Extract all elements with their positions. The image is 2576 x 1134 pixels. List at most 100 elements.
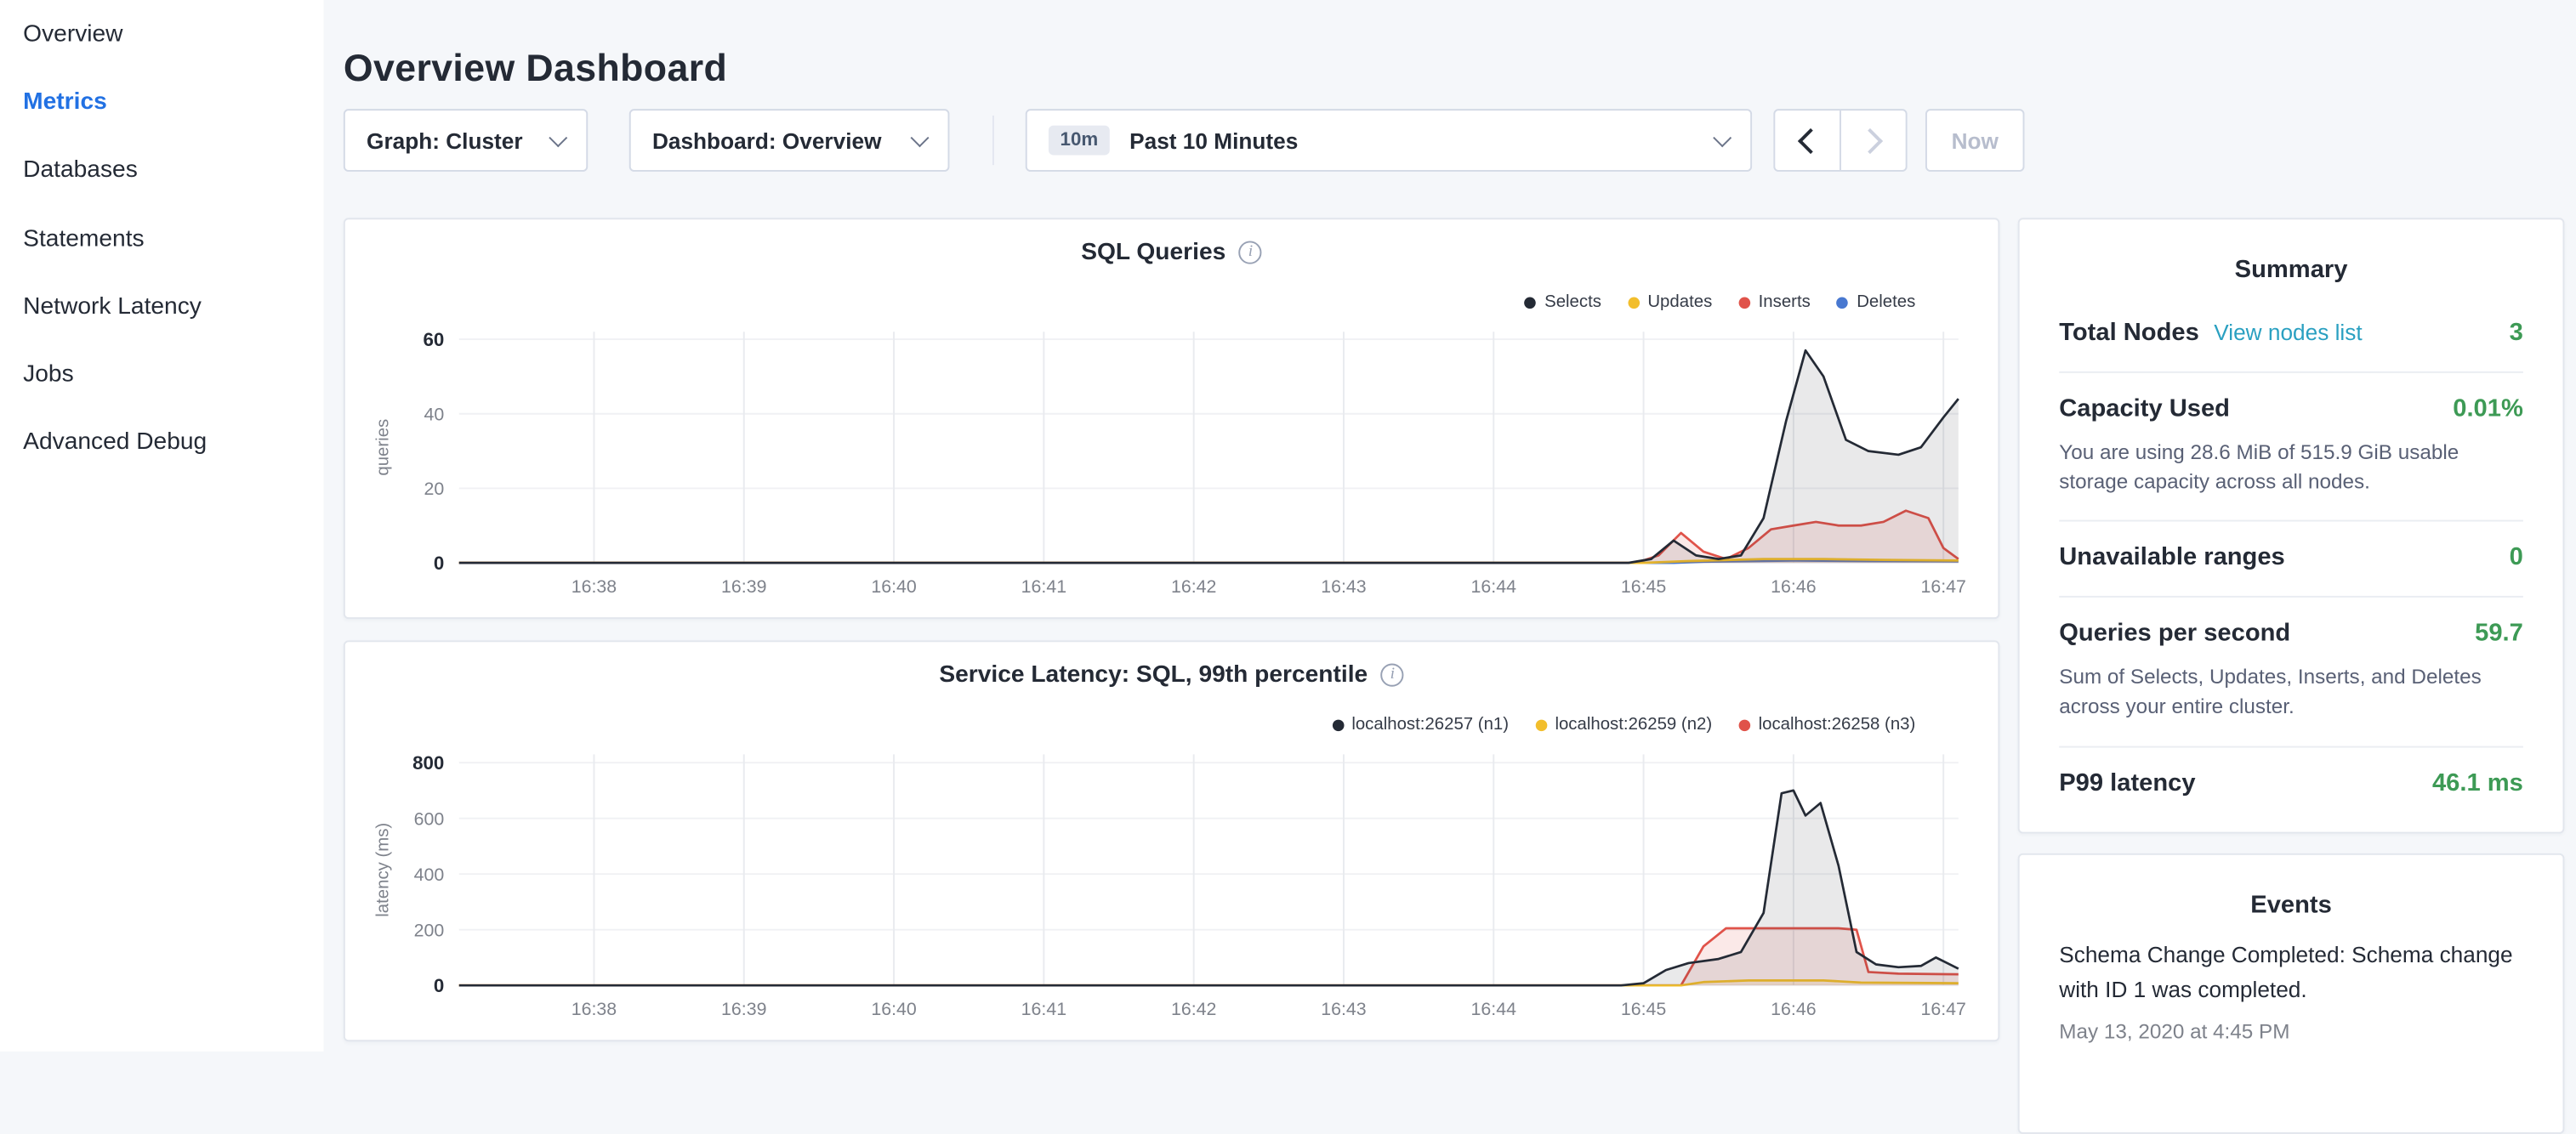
svg-text:16:41: 16:41 bbox=[1021, 999, 1066, 1019]
graph-dropdown[interactable]: Graph: Cluster bbox=[344, 109, 588, 172]
sidebar-item-network-latency[interactable]: Network Latency bbox=[0, 273, 324, 341]
summary-row-label: Queries per second bbox=[2059, 620, 2290, 648]
service-latency-plot[interactable]: 16:3816:3916:4016:4116:4216:4316:4416:45… bbox=[345, 734, 1999, 1032]
legend-label: Inserts bbox=[1759, 292, 1811, 312]
sidebar-item-statements[interactable]: Statements bbox=[0, 205, 324, 273]
summary-row: P99 latency 46.1 ms bbox=[2059, 747, 2523, 821]
info-icon[interactable]: i bbox=[1239, 241, 1262, 264]
graph-dropdown-label: Graph: Cluster bbox=[367, 128, 523, 152]
summary-panel-inner: Summary Total NodesView nodes list3Capac… bbox=[2020, 256, 2563, 821]
svg-text:200: 200 bbox=[414, 920, 445, 940]
app-canvas: OverviewMetricsDatabasesStatementsNetwor… bbox=[0, 0, 2576, 1051]
legend-item: localhost:26258 (n3) bbox=[1738, 715, 1915, 734]
service-latency-chart-card: Service Latency: SQL, 99th percentile i … bbox=[344, 640, 1999, 1041]
svg-text:40: 40 bbox=[424, 404, 445, 424]
event-item: Schema Change Completed: Schema change w… bbox=[2059, 939, 2523, 1043]
sql-queries-chart-card: SQL Queries i Selects Updates Inserts Delet… bbox=[344, 218, 1999, 619]
svg-text:60: 60 bbox=[423, 329, 444, 350]
events-heading: Events bbox=[2059, 892, 2523, 920]
page-title: Overview Dashboard bbox=[344, 47, 727, 91]
svg-text:16:38: 16:38 bbox=[571, 999, 617, 1019]
svg-text:16:44: 16:44 bbox=[1471, 576, 1517, 597]
summary-row: Unavailable ranges0 bbox=[2059, 522, 2523, 598]
legend-dot bbox=[1738, 297, 1750, 309]
svg-text:queries: queries bbox=[373, 419, 392, 476]
sidebar-item-databases[interactable]: Databases bbox=[0, 136, 324, 204]
summary-row-value: 59.7 bbox=[2475, 620, 2523, 648]
svg-text:16:46: 16:46 bbox=[1771, 576, 1816, 597]
events-panel-inner: Events Schema Change Completed: Schema c… bbox=[2020, 892, 2563, 1043]
summary-panel: Summary Total NodesView nodes list3Capac… bbox=[2018, 218, 2565, 833]
legend-label: localhost:26258 (n3) bbox=[1759, 715, 1916, 734]
chart-legend: Selects Updates Inserts Deletes bbox=[1525, 292, 1916, 312]
svg-text:16:42: 16:42 bbox=[1171, 999, 1216, 1019]
summary-row: Queries per second 59.7 Sum of Selects, Up… bbox=[2059, 598, 2523, 746]
time-step-button-group bbox=[1773, 109, 1907, 172]
now-button-label: Now bbox=[1952, 128, 1999, 152]
svg-text:16:45: 16:45 bbox=[1621, 999, 1666, 1019]
svg-text:800: 800 bbox=[412, 752, 444, 774]
legend-item: Deletes bbox=[1837, 292, 1915, 312]
legend-label: Updates bbox=[1647, 292, 1712, 312]
chevron-left-icon bbox=[1798, 128, 1823, 153]
legend-label: localhost:26257 (n1) bbox=[1351, 715, 1509, 734]
svg-text:400: 400 bbox=[414, 865, 445, 885]
legend-dot bbox=[1525, 297, 1537, 309]
summary-row: Capacity Used 0.01% You are using 28.6 MiB… bbox=[2059, 373, 2523, 522]
events-list: Schema Change Completed: Schema change w… bbox=[2059, 939, 2523, 1043]
summary-row-value: 0.01% bbox=[2453, 394, 2523, 422]
summary-row: Total NodesView nodes list3 bbox=[2059, 298, 2523, 373]
sidebar-item-metrics[interactable]: Metrics bbox=[0, 68, 324, 136]
sidebar-nav: OverviewMetricsDatabasesStatementsNetwor… bbox=[0, 0, 324, 477]
svg-text:16:43: 16:43 bbox=[1321, 999, 1366, 1019]
legend-item: Updates bbox=[1628, 292, 1712, 312]
chart-title: SQL Queries bbox=[1081, 240, 1225, 266]
svg-text:16:39: 16:39 bbox=[721, 999, 766, 1019]
svg-text:16:43: 16:43 bbox=[1321, 576, 1366, 597]
sidebar-item-jobs[interactable]: Jobs bbox=[0, 341, 324, 409]
time-step-forward-button[interactable] bbox=[1841, 111, 1906, 170]
sql-queries-plot[interactable]: 16:3816:3916:4016:4116:4216:4316:4416:45… bbox=[345, 312, 1999, 610]
legend-item: localhost:26257 (n1) bbox=[1332, 715, 1509, 734]
chevron-down-icon bbox=[549, 128, 567, 147]
svg-text:16:38: 16:38 bbox=[571, 576, 617, 597]
svg-text:16:41: 16:41 bbox=[1021, 576, 1066, 597]
legend-label: localhost:26259 (n2) bbox=[1555, 715, 1712, 734]
svg-text:16:45: 16:45 bbox=[1621, 576, 1666, 597]
now-button[interactable]: Now bbox=[1925, 109, 2025, 172]
sidebar-item-overview[interactable]: Overview bbox=[0, 0, 324, 68]
svg-text:16:39: 16:39 bbox=[721, 576, 766, 597]
legend-dot bbox=[1535, 719, 1547, 731]
time-step-back-button[interactable] bbox=[1775, 111, 1841, 170]
dashboard-dropdown-label: Dashboard: Overview bbox=[652, 128, 881, 152]
svg-text:16:40: 16:40 bbox=[871, 999, 917, 1019]
info-icon[interactable]: i bbox=[1381, 664, 1404, 687]
summary-row-description: You are using 28.6 MiB of 515.9 GiB usab… bbox=[2059, 438, 2523, 497]
chart-title: Service Latency: SQL, 99th percentile bbox=[939, 662, 1368, 689]
summary-row-label: Total Nodes bbox=[2059, 319, 2199, 347]
dashboard-dropdown[interactable]: Dashboard: Overview bbox=[629, 109, 950, 172]
legend-dot bbox=[1738, 719, 1750, 731]
legend-item: Selects bbox=[1525, 292, 1601, 312]
summary-row-label: P99 latency bbox=[2059, 768, 2195, 797]
legend-label: Deletes bbox=[1857, 292, 1915, 312]
sidebar: OverviewMetricsDatabasesStatementsNetwor… bbox=[0, 0, 324, 1051]
chevron-down-icon bbox=[911, 128, 930, 147]
sidebar-item-advanced-debug[interactable]: Advanced Debug bbox=[0, 409, 324, 477]
svg-text:16:40: 16:40 bbox=[871, 576, 917, 597]
summary-row-description: Sum of Selects, Updates, Inserts, and De… bbox=[2059, 662, 2523, 722]
controls-divider bbox=[992, 116, 994, 165]
chevron-right-icon bbox=[1857, 128, 1883, 153]
svg-text:16:47: 16:47 bbox=[1920, 999, 1965, 1019]
summary-row-value: 46.1 ms bbox=[2432, 768, 2523, 797]
legend-item: localhost:26259 (n2) bbox=[1535, 715, 1712, 734]
summary-row-label: Unavailable ranges bbox=[2059, 543, 2284, 571]
legend-dot bbox=[1837, 297, 1849, 309]
summary-row-label: Capacity Used bbox=[2059, 394, 2230, 422]
view-nodes-list-link[interactable]: View nodes list bbox=[2214, 320, 2362, 345]
time-range-picker[interactable]: 10m Past 10 Minutes bbox=[1026, 109, 1752, 172]
chart-legend: localhost:26257 (n1) localhost:26259 (n2)… bbox=[1332, 715, 1915, 734]
svg-text:latency (ms): latency (ms) bbox=[373, 823, 392, 917]
svg-text:0: 0 bbox=[434, 975, 444, 996]
chevron-down-icon bbox=[1713, 128, 1732, 147]
